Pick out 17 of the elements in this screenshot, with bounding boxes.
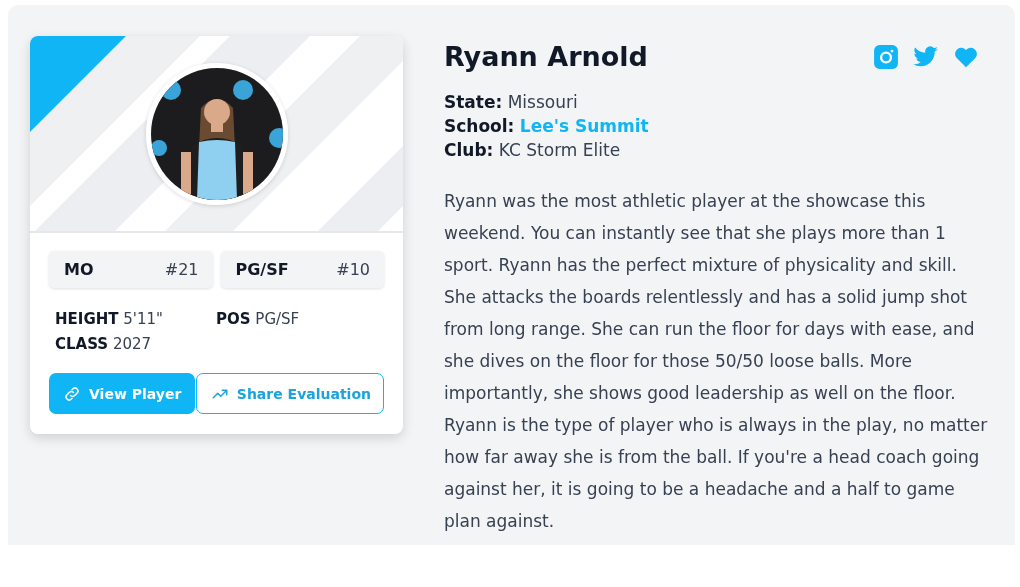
detail-text: State: Missouri (444, 92, 579, 112)
tag-rank: #10 (336, 260, 370, 279)
share-evaluation-button[interactable]: Share Evaluation (195, 373, 384, 414)
player-name: Ryann Arnold (444, 41, 648, 72)
tag-label: MO (64, 260, 94, 279)
detail-text: School: Lee's Summit (444, 116, 650, 136)
school-link[interactable]: Lee's Summit (519, 116, 649, 136)
evaluation-paragraph: Ryann was the most athletic player at the showcase this weekend. You can instantly see that she plays more than 1 sport. Ryann has the perfect mixture of physicality and skill. She attacks the boards relentlessly and has a solid jump shot from long range. She can run the floor for days with ease, and she dives on the floor for those 50/50 loose balls. More importantly, she shows good leadership as well on the floor. Ryann is the type of player who is always in the play, no matter how far away she is from the ball. If you're a head coach going against her, it is going to be a headache and a half to game plan against. (444, 190, 989, 533)
tag-label: PG/SF (235, 260, 289, 279)
view-player-button[interactable]: View Player (49, 373, 196, 414)
tag-rank: #21 (164, 260, 199, 279)
stat-text: CLASS 2027 (55, 335, 153, 353)
link-icon (63, 384, 81, 403)
detail-text: Club: KC Storm Elite (444, 140, 622, 160)
instagram-icon[interactable] (873, 43, 899, 70)
stat-text: POS PG/SF (216, 310, 301, 328)
stat-text: HEIGHT 5'11" (55, 310, 164, 328)
